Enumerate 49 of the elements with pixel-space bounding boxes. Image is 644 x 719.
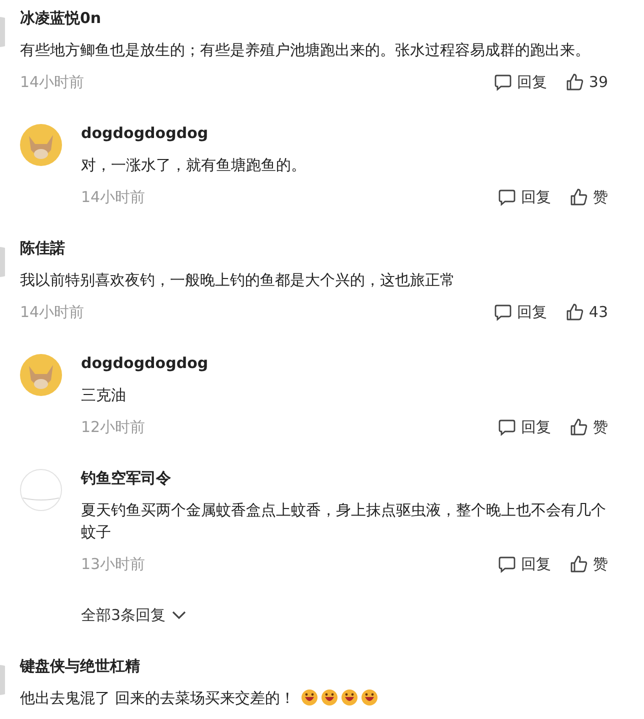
comment-icon: [498, 418, 516, 436]
thumbs-up-icon: [570, 555, 588, 573]
avatar: [20, 469, 62, 511]
timestamp: 13小时前: [81, 554, 146, 575]
laughing-emoji-icon: [340, 689, 358, 706]
avatar: [0, 665, 5, 695]
thumbs-up-icon: [566, 73, 584, 91]
show-all-replies-link[interactable]: 全部3条回复: [81, 604, 186, 626]
avatar: [0, 247, 5, 277]
timestamp: 12小时前: [81, 417, 146, 438]
laughing-emoji-icon: [300, 689, 318, 706]
comment-text: 夏天钓鱼买两个金属蚊香盒点上蚊香，身上抹点驱虫液，整个晚上也不会有几个蚊子: [81, 501, 606, 541]
laughing-emoji-icon: [360, 689, 378, 706]
username[interactable]: dogdogdogdog: [81, 122, 608, 144]
username[interactable]: 钓鱼空军司令: [81, 467, 608, 489]
laughing-emoji-icon: [320, 689, 338, 706]
username[interactable]: dogdogdogdog: [81, 352, 608, 374]
thumbs-up-icon: [570, 188, 588, 206]
like-button[interactable]: 赞: [570, 186, 608, 208]
username[interactable]: 陈佳諾: [20, 237, 608, 259]
reply-button[interactable]: 回复: [498, 416, 551, 438]
timestamp: 14小时前: [81, 187, 146, 208]
avatar: [20, 124, 62, 166]
timestamp: 14小时前: [20, 302, 86, 323]
reply-button[interactable]: 回复: [494, 301, 547, 323]
chevron-down-icon: [172, 610, 186, 620]
comment-text: 有些地方鲫鱼也是放生的；有些是养殖户池塘跑出来的。张水过程容易成群的跑出来。: [20, 41, 590, 59]
comment-text: 对，一涨水了，就有鱼塘跑鱼的。: [81, 156, 306, 174]
comment-icon: [498, 555, 516, 573]
like-button[interactable]: 39: [566, 71, 608, 93]
reply-button[interactable]: 回复: [498, 186, 551, 208]
reply-button[interactable]: 回复: [498, 553, 551, 575]
comment-text: 我以前特别喜欢夜钓，一般晚上钓的鱼都是大个兴的，这也旅正常: [20, 271, 455, 289]
like-button[interactable]: 赞: [570, 416, 608, 438]
comment-text: 三克油: [81, 386, 126, 404]
timestamp: 14小时前: [20, 72, 86, 93]
thumbs-up-icon: [570, 418, 588, 436]
comment-icon: [494, 303, 512, 321]
comment-icon: [494, 73, 512, 91]
username[interactable]: 键盘侠与绝世杠精: [20, 655, 608, 677]
username[interactable]: 冰凌蓝悦0n: [20, 7, 608, 29]
avatar: [20, 354, 62, 396]
like-button[interactable]: 43: [566, 301, 608, 323]
like-button[interactable]: 赞: [570, 553, 608, 575]
thumbs-up-icon: [566, 303, 584, 321]
reply-button[interactable]: 回复: [494, 71, 547, 93]
comment-icon: [498, 188, 516, 206]
comment-text: 他出去鬼混了 回来的去菜场买来交差的！: [20, 689, 295, 707]
avatar: [0, 17, 5, 47]
